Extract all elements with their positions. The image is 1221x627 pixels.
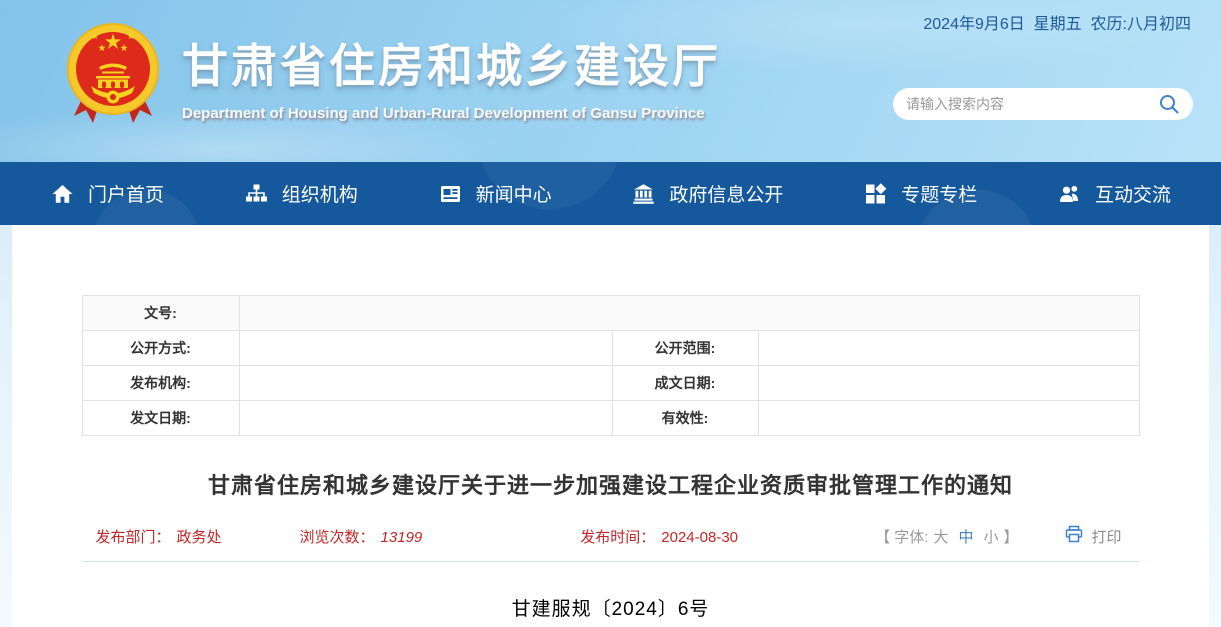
- nav-label: 专题专栏: [901, 180, 977, 207]
- font-widget-suffix: 】: [1003, 526, 1018, 547]
- table-row: 发布机构: 成文日期:: [82, 366, 1139, 401]
- article-meta-bar: 发布部门：政务处 浏览次数：13199 发布时间：2024-08-30 【 字体…: [82, 524, 1140, 562]
- open-scope-label: 公开范围:: [612, 331, 758, 366]
- open-scope-value: [758, 331, 1139, 366]
- nav-item-home[interactable]: 门户首页: [50, 180, 164, 207]
- site-title-english: Department of Housing and Urban-Rural De…: [182, 105, 721, 122]
- font-size-large-button[interactable]: 大: [933, 526, 948, 547]
- open-method-label: 公开方式:: [82, 331, 239, 366]
- content-area: 文号: 公开方式: 公开范围: 发布机构: 成文日期: 发文日期: 有效性:: [12, 225, 1209, 627]
- doc-number-label: 文号:: [82, 296, 239, 331]
- sitemap-icon: [244, 182, 269, 206]
- nav-label: 组织机构: [282, 180, 358, 207]
- issue-date-value: [239, 401, 612, 436]
- main-navigation: 门户首页 组织机构 新闻中心: [0, 162, 1221, 225]
- issuing-agency-value: [239, 366, 612, 401]
- nav-label: 政府信息公开: [669, 180, 783, 207]
- nav-item-organization[interactable]: 组织机构: [244, 180, 358, 207]
- font-size-medium-button[interactable]: 中: [958, 526, 973, 547]
- nav-item-interaction[interactable]: 互动交流: [1057, 180, 1171, 207]
- table-row: 发文日期: 有效性:: [82, 401, 1139, 436]
- doc-number-value: [239, 296, 1139, 331]
- gov-building-icon: [631, 182, 656, 206]
- nav-label: 门户首页: [88, 180, 164, 207]
- table-row: 文号:: [82, 296, 1139, 331]
- table-row: 公开方式: 公开范围:: [82, 331, 1139, 366]
- nav-item-special-topics[interactable]: 专题专栏: [863, 180, 977, 207]
- people-icon: [1057, 182, 1082, 206]
- issue-date-label: 发文日期:: [82, 401, 239, 436]
- nav-item-gov-info[interactable]: 政府信息公开: [631, 180, 783, 207]
- nav-item-news[interactable]: 新闻中心: [438, 180, 552, 207]
- current-date-text: 2024年9月6日 星期五 农历:八月初四: [923, 10, 1191, 34]
- font-widget-prefix: 【 字体:: [875, 526, 928, 547]
- site-header: 2024年9月6日 星期五 农历:八月初四: [0, 0, 1221, 162]
- validity-label: 有效性:: [612, 401, 758, 436]
- article-title: 甘肃省住房和城乡建设厅关于进一步加强建设工程企业资质审批管理工作的通知: [82, 468, 1140, 500]
- nav-label: 互动交流: [1095, 180, 1171, 207]
- view-count: 浏览次数：13199: [300, 526, 423, 547]
- printer-icon: [1064, 524, 1084, 548]
- publish-department: 发布部门：政务处: [96, 526, 222, 547]
- nav-label: 新闻中心: [476, 180, 552, 207]
- document-info-table: 文号: 公开方式: 公开范围: 发布机构: 成文日期: 发文日期: 有效性:: [82, 295, 1140, 436]
- search-icon[interactable]: [1158, 93, 1180, 115]
- open-method-value: [239, 331, 612, 366]
- site-title: 甘肃省住房和城乡建设厅: [182, 30, 721, 96]
- written-date-label: 成文日期:: [612, 366, 758, 401]
- issuing-agency-label: 发布机构:: [82, 366, 239, 401]
- print-label: 打印: [1091, 526, 1121, 547]
- home-icon: [50, 182, 75, 206]
- site-branding: 甘肃省住房和城乡建设厅 Department of Housing and Ur…: [182, 30, 721, 122]
- search-box: [893, 88, 1193, 120]
- grid-icon: [863, 182, 888, 206]
- validity-value: [758, 401, 1139, 436]
- national-emblem-logo: [66, 22, 160, 131]
- font-size-small-button[interactable]: 小: [983, 526, 998, 547]
- print-button[interactable]: 打印: [1064, 524, 1121, 548]
- font-size-widget: 【 字体: 大 中 小 】 打印: [875, 524, 1125, 548]
- publish-time: 发布时间：2024-08-30: [580, 526, 738, 547]
- written-date-value: [758, 366, 1139, 401]
- news-icon: [438, 182, 463, 206]
- search-input[interactable]: [906, 96, 1158, 112]
- document-reference-number: 甘建服规〔2024〕6号: [82, 594, 1140, 621]
